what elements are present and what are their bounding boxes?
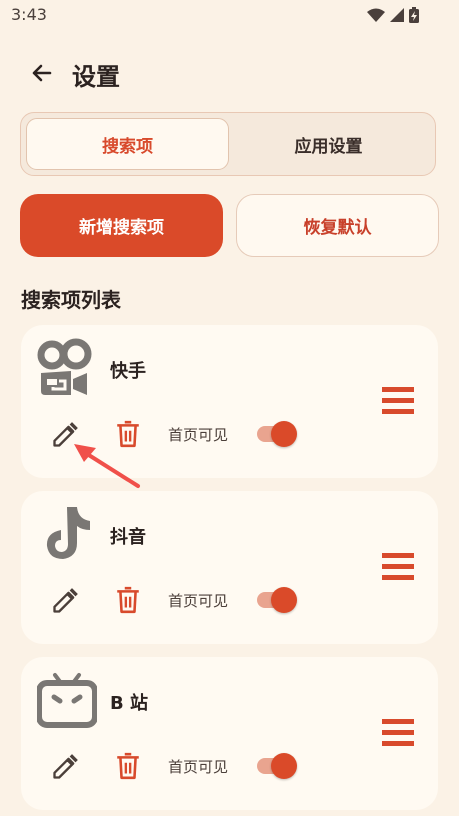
section-title: 搜索项列表 — [21, 288, 121, 312]
toggle-thumb — [271, 421, 297, 447]
annotation-arrow-icon — [74, 444, 140, 488]
toggle-thumb — [271, 587, 297, 613]
tab-app-settings[interactable]: 应用设置 — [227, 118, 430, 170]
home-visible-toggle[interactable] — [257, 421, 299, 447]
tab-search-items[interactable]: 搜索项 — [26, 118, 229, 170]
kuaishou-icon — [37, 338, 92, 395]
battery-icon — [409, 7, 419, 23]
home-visible-toggle[interactable] — [257, 587, 299, 613]
wifi-icon — [367, 8, 385, 22]
item-name: 快手 — [110, 361, 146, 382]
item-name: B 站 — [110, 693, 148, 714]
delete-icon[interactable] — [115, 586, 141, 614]
page-title: 设置 — [72, 63, 120, 91]
add-search-item-button[interactable]: 新增搜索项 — [20, 194, 223, 257]
status-bar: 3:43 — [0, 0, 459, 32]
home-visible-label: 首页可见 — [168, 592, 229, 610]
signal-icon — [390, 8, 404, 22]
toggle-thumb — [271, 753, 297, 779]
bilibili-icon — [37, 673, 97, 728]
edit-icon[interactable] — [51, 587, 79, 615]
back-button[interactable] — [26, 58, 56, 88]
drag-handle-icon[interactable] — [382, 387, 414, 415]
search-item-card: B 站 首页可见 — [21, 657, 438, 810]
item-name: 抖音 — [110, 527, 146, 548]
drag-handle-icon[interactable] — [382, 719, 414, 747]
delete-icon[interactable] — [115, 752, 141, 780]
status-icons — [367, 7, 419, 23]
action-row: 新增搜索项 恢复默认 — [20, 194, 439, 257]
home-visible-toggle[interactable] — [257, 753, 299, 779]
restore-defaults-button[interactable]: 恢复默认 — [236, 194, 439, 257]
search-item-card: 抖音 首页可见 — [21, 491, 438, 644]
app-bar: 设置 — [0, 48, 459, 98]
home-visible-label: 首页可见 — [168, 426, 229, 444]
edit-icon[interactable] — [51, 753, 79, 781]
arrow-back-icon — [32, 64, 52, 82]
douyin-icon — [46, 507, 90, 559]
drag-handle-icon[interactable] — [382, 553, 414, 581]
status-time: 3:43 — [11, 5, 47, 24]
settings-tabs: 搜索项 应用设置 — [20, 112, 436, 176]
home-visible-label: 首页可见 — [168, 758, 229, 776]
